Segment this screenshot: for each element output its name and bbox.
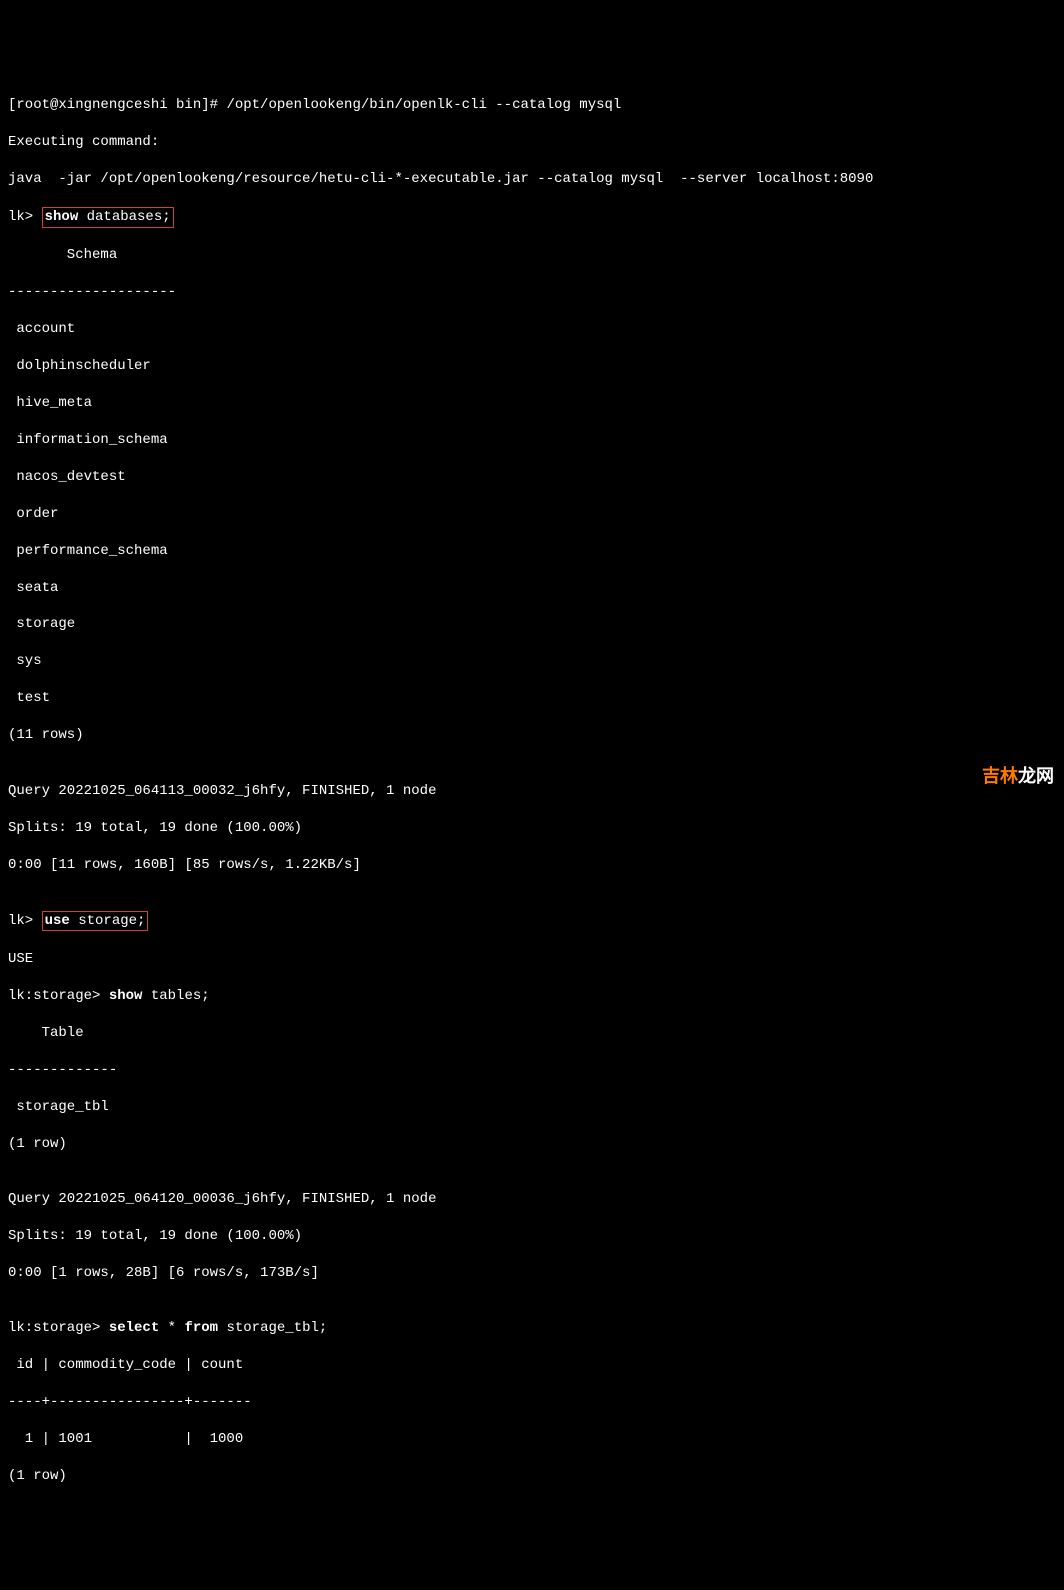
- use-echo: USE: [8, 950, 1056, 968]
- watermark-white: 龙网: [1018, 766, 1054, 786]
- star: *: [159, 1320, 184, 1336]
- kw-show: show: [45, 209, 79, 225]
- query2-splits: Splits: 19 total, 19 done (100.00%): [8, 1227, 1056, 1245]
- tables-rowcount: (1 row): [8, 1135, 1056, 1153]
- rest-tables: tables;: [142, 988, 209, 1004]
- executing-line: Executing command:: [8, 133, 1056, 151]
- schema-row: hive_meta: [8, 394, 1056, 412]
- shell-prompt: [root@xingnengceshi bin]#: [8, 97, 226, 113]
- java-line: java -jar /opt/openlookeng/resource/hetu…: [8, 170, 1056, 188]
- lk-storage-prompt: lk:storage>: [8, 1320, 109, 1336]
- schema-row: storage: [8, 615, 1056, 633]
- query1-summary: Query 20221025_064113_00032_j6hfy, FINIS…: [8, 782, 1056, 800]
- query2-summary: Query 20221025_064120_00036_j6hfy, FINIS…: [8, 1190, 1056, 1208]
- select-row: 1 | 1001 | 1000: [8, 1430, 1056, 1448]
- kw-show: show: [109, 988, 143, 1004]
- kw-select: select: [109, 1320, 159, 1336]
- select-divider: ----+----------------+-------: [8, 1393, 1056, 1411]
- lk-select: lk:storage> select * from storage_tbl;: [8, 1319, 1056, 1337]
- tables-row: storage_tbl: [8, 1098, 1056, 1116]
- lk-show-databases: lk> show databases;: [8, 207, 1056, 227]
- highlight-show-databases: show databases;: [42, 207, 174, 227]
- watermark-orange: 吉林: [982, 766, 1018, 786]
- schema-row: performance_schema: [8, 542, 1056, 560]
- schema-row: account: [8, 320, 1056, 338]
- lk-use-storage: lk> use storage;: [8, 911, 1056, 931]
- schema-rowcount: (11 rows): [8, 726, 1056, 744]
- schema-row: sys: [8, 652, 1056, 670]
- select-rowcount: (1 row): [8, 1467, 1056, 1485]
- schema-row: order: [8, 505, 1056, 523]
- lk-show-tables: lk:storage> show tables;: [8, 987, 1056, 1005]
- watermark: 吉林龙网: [982, 765, 1054, 789]
- lk-storage-prompt: lk:storage>: [8, 988, 109, 1004]
- shell-line: [root@xingnengceshi bin]# /opt/openlooke…: [8, 96, 1056, 114]
- tables-divider: -------------: [8, 1061, 1056, 1079]
- query1-splits: Splits: 19 total, 19 done (100.00%): [8, 819, 1056, 837]
- schema-divider: --------------------: [8, 283, 1056, 301]
- schema-row: information_schema: [8, 431, 1056, 449]
- schema-row: nacos_devtest: [8, 468, 1056, 486]
- kw-use: use: [45, 913, 70, 929]
- kw-from: from: [184, 1320, 218, 1336]
- rest-databases: databases;: [78, 209, 170, 225]
- terminal-output[interactable]: [root@xingnengceshi bin]# /opt/openlooke…: [8, 78, 1056, 1504]
- select-header: id | commodity_code | count: [8, 1356, 1056, 1374]
- tables-header: Table: [8, 1024, 1056, 1042]
- lk-prompt: lk>: [8, 913, 42, 929]
- highlight-use-storage: use storage;: [42, 911, 149, 931]
- query1-timing: 0:00 [11 rows, 160B] [85 rows/s, 1.22KB/…: [8, 856, 1056, 874]
- rest-storage: storage;: [70, 913, 146, 929]
- schema-header: Schema: [8, 246, 1056, 264]
- schema-row: test: [8, 689, 1056, 707]
- shell-command: /opt/openlookeng/bin/openlk-cli --catalo…: [226, 97, 621, 113]
- query2-timing: 0:00 [1 rows, 28B] [6 rows/s, 173B/s]: [8, 1264, 1056, 1282]
- schema-row: seata: [8, 579, 1056, 597]
- rest-select: storage_tbl;: [218, 1320, 327, 1336]
- schema-row: dolphinscheduler: [8, 357, 1056, 375]
- lk-prompt: lk>: [8, 209, 42, 225]
